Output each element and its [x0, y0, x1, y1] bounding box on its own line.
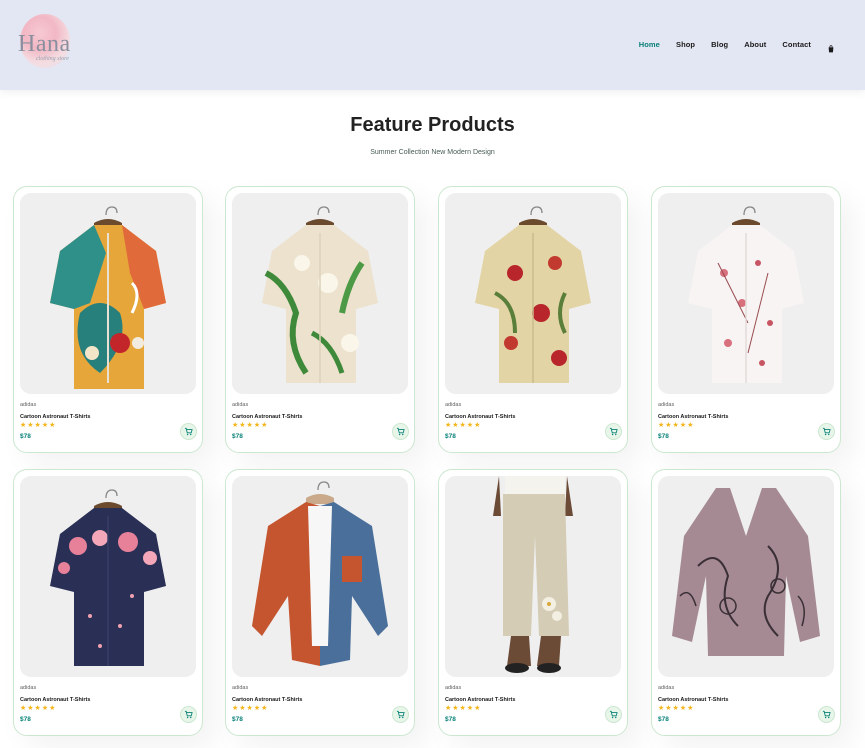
product-price: $78: [232, 716, 243, 723]
product-brand: adidas: [232, 402, 249, 408]
product-brand: adidas: [20, 402, 37, 408]
product-card[interactable]: adidas Cartoon Astronaut T-Shirts ★★★★★ …: [225, 186, 415, 453]
nav-item-about[interactable]: About: [744, 40, 766, 49]
add-to-cart-button[interactable]: [180, 423, 197, 440]
cart-icon: [609, 427, 618, 436]
product-card[interactable]: adidas Cartoon Astronaut T-Shirts ★★★★★ …: [13, 186, 203, 453]
product-image[interactable]: [20, 476, 196, 677]
add-to-cart-button[interactable]: [605, 706, 622, 723]
product-name[interactable]: Cartoon Astronaut T-Shirts: [232, 414, 302, 420]
product-card[interactable]: adidas Cartoon Astronaut T-Shirts ★★★★★ …: [651, 186, 841, 453]
section-subtitle: Summer Collection New Modern Design: [370, 149, 495, 156]
product-name[interactable]: Cartoon Astronaut T-Shirts: [20, 697, 90, 703]
cart-icon: [609, 710, 618, 719]
rating-stars: ★★★★★: [658, 422, 695, 429]
add-to-cart-button[interactable]: [818, 706, 835, 723]
product-price: $78: [20, 716, 31, 723]
rating-stars: ★★★★★: [445, 705, 482, 712]
product-price: $78: [445, 433, 456, 440]
product-name[interactable]: Cartoon Astronaut T-Shirts: [658, 414, 728, 420]
logo-subtext: clothing store: [36, 56, 69, 62]
product-image[interactable]: [445, 476, 621, 677]
product-name[interactable]: Cartoon Astronaut T-Shirts: [445, 414, 515, 420]
product-card[interactable]: adidas Cartoon Astronaut T-Shirts ★★★★★ …: [651, 469, 841, 736]
product-name[interactable]: Cartoon Astronaut T-Shirts: [232, 697, 302, 703]
product-image[interactable]: [20, 193, 196, 394]
product-brand: adidas: [658, 685, 675, 691]
nav-item-contact[interactable]: Contact: [782, 40, 811, 49]
rating-stars: ★★★★★: [232, 422, 269, 429]
product-brand: adidas: [658, 402, 675, 408]
product-card[interactable]: adidas Cartoon Astronaut T-Shirts ★★★★★ …: [225, 469, 415, 736]
cart-icon: [184, 427, 193, 436]
product-card[interactable]: adidas Cartoon Astronaut T-Shirts ★★★★★ …: [13, 469, 203, 736]
product-card[interactable]: adidas Cartoon Astronaut T-Shirts ★★★★★ …: [438, 469, 628, 736]
rating-stars: ★★★★★: [658, 705, 695, 712]
cart-icon: [184, 710, 193, 719]
product-card[interactable]: adidas Cartoon Astronaut T-Shirts ★★★★★ …: [438, 186, 628, 453]
product-price: $78: [658, 716, 669, 723]
product-brand: adidas: [232, 685, 249, 691]
site-header: Hana clothing store Home Shop Blog About…: [0, 0, 865, 90]
add-to-cart-button[interactable]: [392, 423, 409, 440]
main-nav: Home Shop Blog About Contact: [623, 38, 835, 53]
logo-text: Hana: [18, 31, 71, 57]
product-price: $78: [232, 433, 243, 440]
nav-item-shop[interactable]: Shop: [676, 40, 695, 49]
product-name[interactable]: Cartoon Astronaut T-Shirts: [445, 697, 515, 703]
product-name[interactable]: Cartoon Astronaut T-Shirts: [658, 697, 728, 703]
product-image[interactable]: [658, 476, 834, 677]
rating-stars: ★★★★★: [232, 705, 269, 712]
product-image[interactable]: [232, 193, 408, 394]
cart-icon: [396, 710, 405, 719]
shopping-bag-icon[interactable]: [827, 40, 835, 53]
nav-item-blog[interactable]: Blog: [711, 40, 728, 49]
product-image[interactable]: [445, 193, 621, 394]
product-name[interactable]: Cartoon Astronaut T-Shirts: [20, 414, 90, 420]
site-logo[interactable]: Hana clothing store: [16, 14, 72, 70]
cart-icon: [396, 427, 405, 436]
add-to-cart-button[interactable]: [180, 706, 197, 723]
rating-stars: ★★★★★: [20, 422, 57, 429]
product-price: $78: [20, 433, 31, 440]
product-brand: adidas: [20, 685, 37, 691]
product-image[interactable]: [658, 193, 834, 394]
rating-stars: ★★★★★: [445, 422, 482, 429]
cart-icon: [822, 710, 831, 719]
add-to-cart-button[interactable]: [605, 423, 622, 440]
add-to-cart-button[interactable]: [392, 706, 409, 723]
product-price: $78: [445, 716, 456, 723]
section-title: Feature Products: [350, 114, 515, 136]
product-brand: adidas: [445, 685, 462, 691]
cart-icon: [822, 427, 831, 436]
add-to-cart-button[interactable]: [818, 423, 835, 440]
nav-item-home[interactable]: Home: [639, 40, 660, 49]
product-image[interactable]: [232, 476, 408, 677]
product-price: $78: [658, 433, 669, 440]
product-brand: adidas: [445, 402, 462, 408]
rating-stars: ★★★★★: [20, 705, 57, 712]
